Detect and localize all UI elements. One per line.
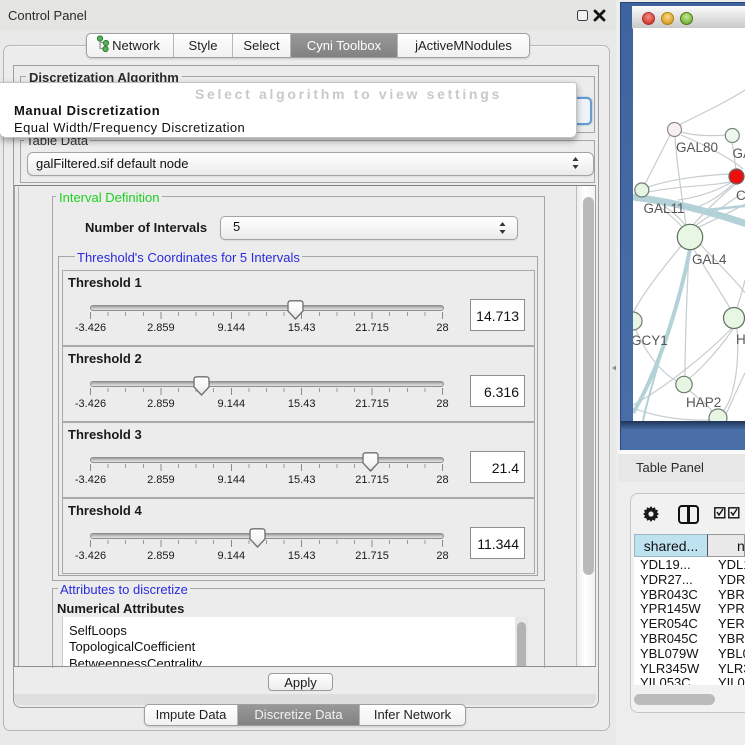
svg-text:HAP2: HAP2 (686, 395, 721, 410)
svg-text:GA: GA (733, 146, 745, 161)
svg-text:GAL80: GAL80 (676, 140, 718, 155)
svg-text:GAL11: GAL11 (644, 201, 685, 216)
svg-text:H: H (736, 332, 745, 347)
svg-text:C: C (736, 188, 745, 203)
svg-text:GAL4: GAL4 (692, 252, 727, 267)
svg-text:GCY1: GCY1 (633, 333, 668, 348)
